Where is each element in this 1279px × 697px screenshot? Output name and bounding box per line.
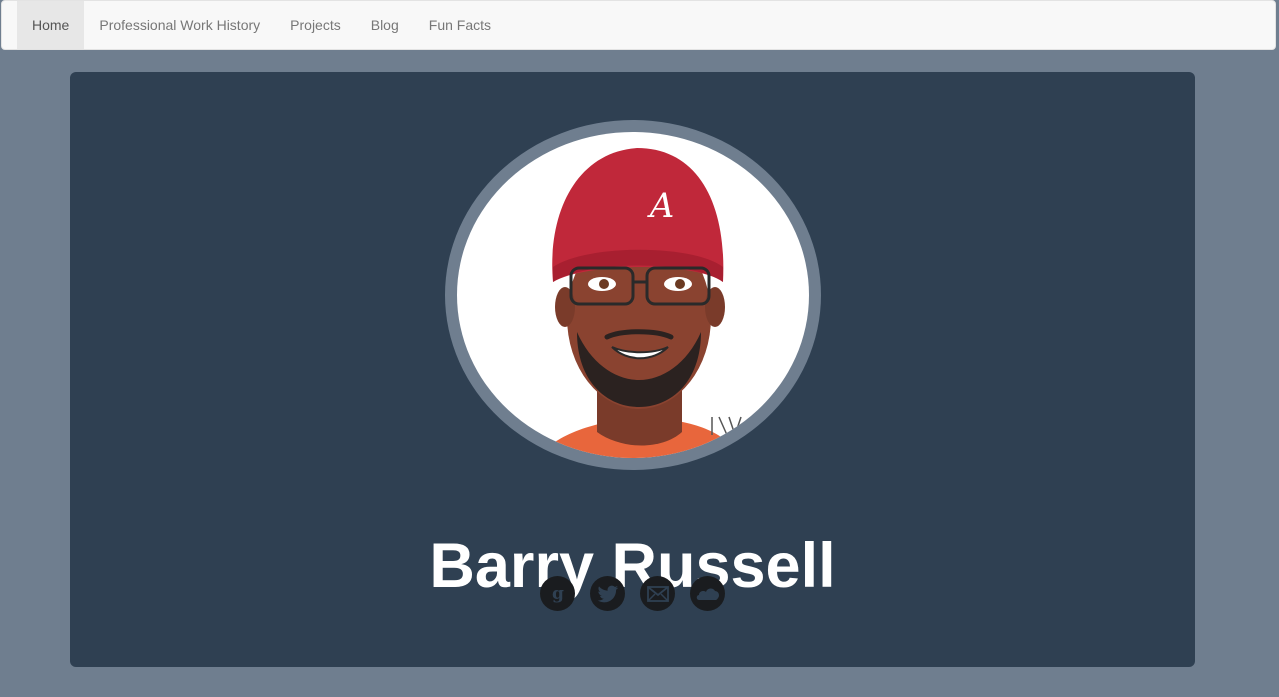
twitter-link[interactable]	[590, 576, 625, 611]
email-link[interactable]	[640, 576, 675, 611]
goodreads-icon: g	[552, 584, 564, 604]
nav-item-projects[interactable]: Projects	[275, 1, 356, 49]
nav-item-fun-facts[interactable]: Fun Facts	[414, 1, 506, 49]
svg-text:g: g	[552, 584, 564, 604]
svg-text:A: A	[647, 186, 675, 226]
nav-item-blog[interactable]: Blog	[356, 1, 414, 49]
social-links: g	[70, 576, 1195, 611]
nav-item-home[interactable]: Home	[17, 1, 85, 49]
avatar: A	[457, 132, 809, 458]
avatar-ring: A	[445, 120, 821, 470]
twitter-icon	[597, 585, 618, 602]
top-navbar: Home Professional Work History Projects …	[1, 0, 1276, 50]
soundcloud-icon	[696, 587, 719, 600]
email-icon	[646, 585, 669, 602]
profile-panel: A Barry Russell g	[70, 72, 1195, 667]
avatar-illustration: A	[537, 148, 742, 458]
nav-item-professional-work-history[interactable]: Professional Work History	[84, 1, 275, 49]
goodreads-link[interactable]: g	[540, 576, 575, 611]
soundcloud-link[interactable]	[690, 576, 725, 611]
nav-list: Home Professional Work History Projects …	[2, 1, 1275, 49]
